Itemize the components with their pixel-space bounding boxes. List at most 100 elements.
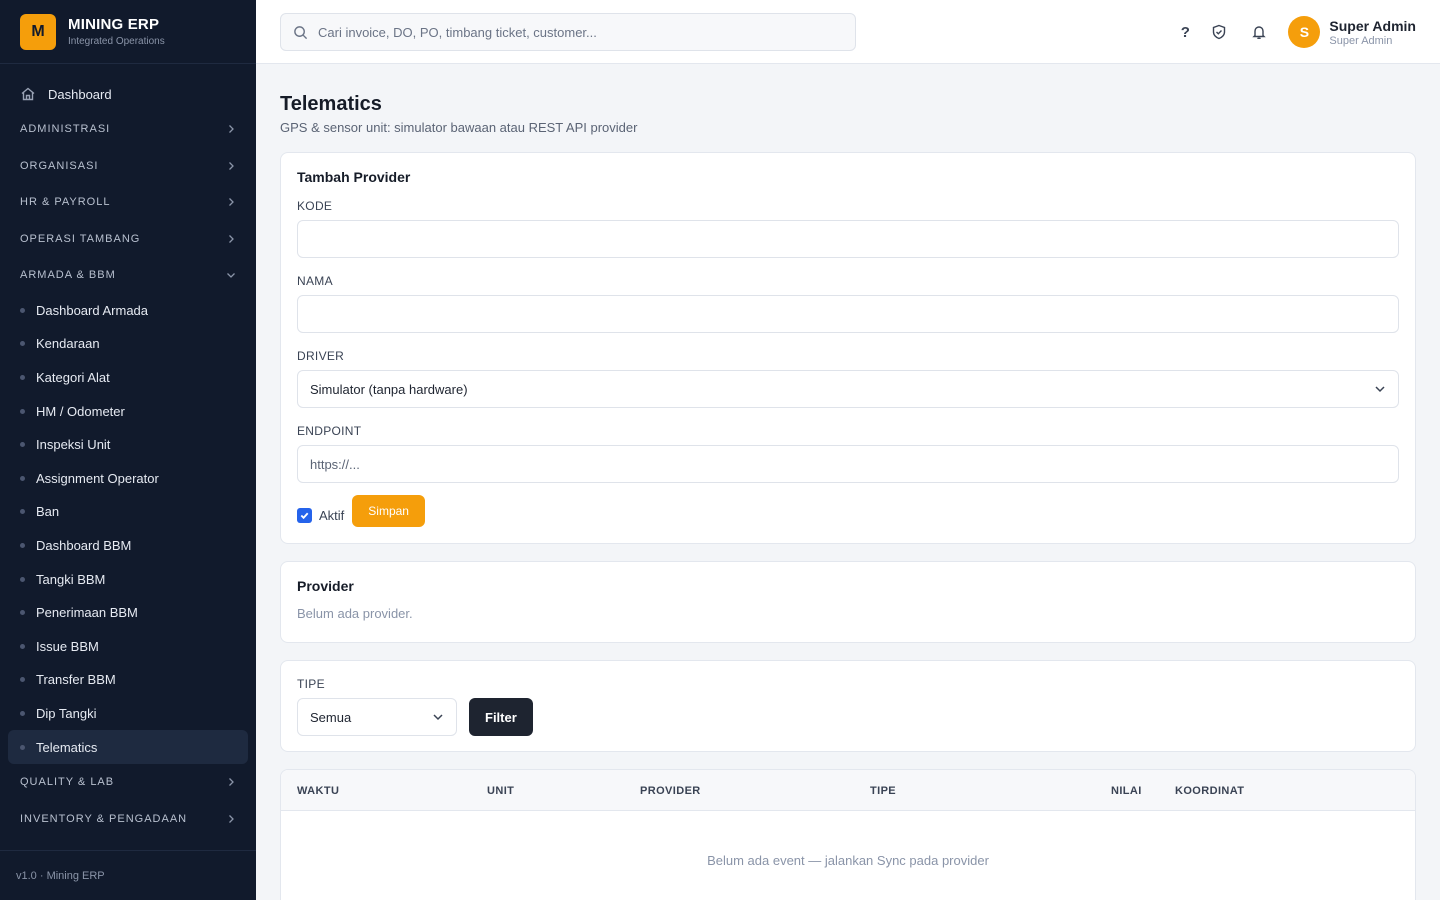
driver-selected-value: Simulator (tanpa hardware) [310,381,468,397]
sidebar-footer: v1.0 · Mining ERP [0,850,256,900]
bell-icon[interactable] [1250,23,1268,41]
chevron-right-icon [229,198,234,207]
sidebar-item-kategori-alat[interactable]: Kategori Alat [8,361,248,395]
kode-field[interactable] [297,220,1399,258]
sidebar-item-penerimaan-bbm[interactable]: Penerimaan BBM [8,596,248,630]
save-button[interactable]: Simpan [352,495,425,527]
aktif-checkbox[interactable] [297,507,312,523]
sidebar-item-label: Issue BBM [36,638,99,654]
sidebar-item-label: Transfer BBM [36,672,116,688]
sidebar-section-label: QUALITY & LAB [20,776,115,789]
check-icon [300,512,309,519]
sidebar-section-hr-payroll[interactable]: HR & PAYROLL [0,184,256,221]
bullet-icon [20,576,25,582]
brand-text: MINING ERP Integrated Operations [68,16,165,47]
sidebar-section-label: INVENTORY & PENGADAAN [20,812,188,825]
column-header-koordinat[interactable]: KOORDINAT [1175,770,1244,811]
chevron-right-icon [229,125,234,134]
column-header-unit[interactable]: UNIT [487,770,514,811]
sidebar-section-label: OPERASI TAMBANG [20,232,141,245]
nama-label: NAMA [297,274,333,288]
sidebar-item-tangki-bbm[interactable]: Tangki BBM [8,562,248,596]
endpoint-input[interactable] [310,456,1386,472]
tipe-selected-value: Semua [310,709,352,725]
bullet-icon [20,408,25,414]
bullet-icon [20,710,25,716]
column-header-nilai[interactable]: NILAI [1111,770,1142,811]
bullet-icon [20,509,25,515]
sidebar-item-label: Dashboard Armada [36,302,149,318]
sidebar-item-label: Assignment Operator [36,470,159,486]
sidebar-section-label: ARMADA & BBM [20,269,116,282]
sidebar-item-inspeksi-unit[interactable]: Inspeksi Unit [8,428,248,462]
sidebar-section-quality-lab[interactable]: QUALITY & LAB [0,764,256,801]
chevron-right-icon [229,814,234,823]
tipe-select[interactable]: Semua [297,698,457,736]
sidebar-item-label: Tangki BBM [36,571,106,587]
sidebar-section-armada-bbm[interactable]: ARMADA & BBM [0,257,256,294]
sidebar-item-ban[interactable]: Ban [8,495,248,529]
global-search[interactable] [280,13,856,51]
bullet-icon [20,643,25,649]
column-header-provider[interactable]: PROVIDER [640,770,701,811]
sidebar-item-label: HM / Odometer [36,403,125,419]
sidebar-section-label: ADMINISTRASI [20,123,111,136]
user-menu[interactable]: Super Admin Super Admin [1329,18,1416,47]
events-table: WAKTU UNIT PROVIDER TIPE NILAI KOORDINAT… [280,769,1416,900]
endpoint-label: ENDPOINT [297,424,362,438]
brand-logo[interactable]: M [20,13,56,50]
sidebar-item-assignment-operator[interactable]: Assignment Operator [8,461,248,495]
shield-check-icon[interactable] [1210,23,1228,41]
avatar[interactable]: S [1288,16,1321,48]
help-icon[interactable]: ? [1176,23,1194,41]
user-name: Super Admin [1329,17,1416,34]
brand-name: MINING ERP [68,16,160,33]
sidebar-item-label: Kendaraan [36,336,100,352]
search-input[interactable] [318,24,838,40]
card-title: Tambah Provider [297,169,411,185]
sidebar-item-dashboard-bbm[interactable]: Dashboard BBM [8,529,248,563]
nama-input[interactable] [310,306,1386,322]
sidebar-item-kendaraan[interactable]: Kendaraan [8,327,248,361]
sidebar-item-dashboard[interactable]: Dashboard [0,77,256,111]
sidebar-item-label: Penerimaan BBM [36,605,138,621]
sidebar-section-administrasi[interactable]: ADMINISTRASI [0,111,256,148]
sidebar-item-dashboard-armada[interactable]: Dashboard Armada [8,294,248,328]
endpoint-field[interactable] [297,445,1399,483]
sidebar-section-organisasi[interactable]: ORGANISASI [0,148,256,185]
driver-select[interactable]: Simulator (tanpa hardware) [297,370,1399,408]
kode-input[interactable] [310,231,1386,247]
nama-field[interactable] [297,295,1399,333]
sidebar-section-inventory-pengadaan[interactable]: INVENTORY & PENGADAAN [0,800,256,837]
sidebar-item-label: Telematics [36,739,98,755]
topbar: ? S Super Admin Super Admin [256,0,1440,64]
sidebar-section-label: HR & PAYROLL [20,196,111,209]
filter-row: TIPE Semua Filter [297,677,1399,736]
column-header-waktu[interactable]: WAKTU [297,770,339,811]
filter-button[interactable]: Filter [469,698,533,736]
provider-list-card: Provider Belum ada provider. [280,561,1416,643]
chevron-right-icon [229,234,234,243]
bullet-icon [20,442,25,448]
sidebar-item-label: Inspeksi Unit [36,437,111,453]
add-provider-card: Tambah Provider KODE NAMA DRIVER Simulat… [280,152,1416,544]
sidebar: M MINING ERP Integrated Operations Dashb… [0,0,256,900]
sidebar-section-operasi-tambang[interactable]: OPERASI TAMBANG [0,221,256,258]
bullet-icon [20,341,25,347]
chevron-down-icon [227,273,235,279]
bullet-icon [20,744,25,750]
sidebar-item-transfer-bbm[interactable]: Transfer BBM [8,663,248,697]
column-header-tipe[interactable]: TIPE [870,770,896,811]
table-header: WAKTU UNIT PROVIDER TIPE NILAI KOORDINAT [281,770,1415,811]
sidebar-item-label: Kategori Alat [36,369,110,385]
sidebar-item-telematics[interactable]: Telematics [8,730,248,764]
sidebar-item-issue-bbm[interactable]: Issue BBM [8,629,248,663]
sidebar-item-dip-tangki[interactable]: Dip Tangki [8,697,248,731]
filter-card: TIPE Semua Filter [280,660,1416,752]
sidebar-item-hm-odometer[interactable]: HM / Odometer [8,394,248,428]
bullet-icon [20,610,25,616]
page-subtitle: GPS & sensor unit: simulator bawaan atau… [280,120,638,135]
home-icon [21,87,35,101]
kode-label: KODE [297,199,333,213]
sidebar-section-label: ORGANISASI [20,159,99,172]
